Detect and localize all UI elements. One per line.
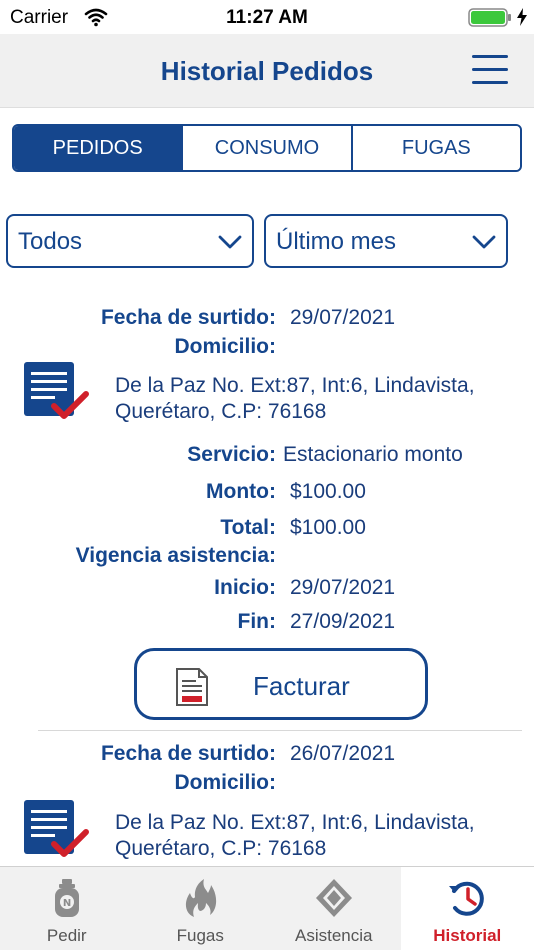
- date-value: 29/07/2021: [290, 306, 396, 329]
- date-value: 26/07/2021: [290, 742, 396, 765]
- order-document-check-icon: [24, 800, 89, 857]
- order-divider: [38, 730, 522, 731]
- tab-pedir[interactable]: N Pedir: [0, 867, 134, 950]
- invoice-button-label: Facturar: [253, 671, 350, 701]
- type-filter-dropdown[interactable]: Todos: [6, 214, 254, 268]
- start-label: Inicio:: [214, 576, 276, 599]
- charging-bolt-icon: [517, 8, 527, 26]
- bottom-tab-bar: N Pedir Fugas Asistencia Historial: [0, 866, 534, 950]
- segment-pedidos[interactable]: PEDIDOS: [14, 126, 182, 170]
- segment-consumo[interactable]: CONSUMO: [181, 126, 351, 170]
- type-filter-value: Todos: [18, 228, 83, 255]
- end-label: Fin:: [237, 610, 276, 633]
- order-document-check-icon: [24, 362, 89, 419]
- history-segmented-control: PEDIDOS CONSUMO FUGAS: [12, 124, 522, 172]
- tab-asistencia-label: Asistencia: [295, 926, 373, 945]
- navigation-bar: Historial Pedidos: [0, 34, 534, 108]
- address-text: De la Paz No. Ext:87, Int:6, Lindavista,…: [115, 811, 475, 860]
- tab-asistencia[interactable]: Asistencia: [267, 867, 401, 950]
- address-label: Domicilio:: [174, 335, 276, 358]
- start-value: 29/07/2021: [290, 576, 396, 599]
- chevron-down-icon: [218, 235, 242, 249]
- history-clock-icon: [449, 881, 485, 916]
- address-text: De la Paz No. Ext:87, Int:6, Lindavista,…: [115, 374, 475, 423]
- date-label: Fecha de surtido:: [100, 742, 276, 765]
- diamond-icon: [315, 879, 352, 917]
- end-value: 27/09/2021: [290, 610, 396, 633]
- tab-fugas-label: Fugas: [176, 926, 224, 945]
- tab-pedir-label: Pedir: [46, 926, 87, 945]
- total-value: $100.00: [290, 516, 366, 539]
- service-value: Estacionario monto: [283, 443, 463, 466]
- tab-fugas[interactable]: Fugas: [134, 867, 268, 950]
- assistance-validity-label: Vigencia asistencia:: [75, 544, 276, 567]
- period-filter-dropdown[interactable]: Último mes: [264, 214, 508, 268]
- tab-historial[interactable]: Historial: [400, 867, 534, 950]
- battery-icon: [468, 8, 511, 27]
- svg-text:N: N: [63, 898, 71, 909]
- segment-fugas[interactable]: FUGAS: [350, 126, 520, 170]
- tab-historial-label: Historial: [433, 926, 502, 945]
- period-filter-value: Último mes: [276, 228, 397, 255]
- chevron-down-icon: [472, 235, 496, 249]
- amount-value: $100.00: [290, 480, 366, 503]
- invoice-document-icon: [176, 668, 208, 706]
- flame-icon: [186, 879, 217, 917]
- hamburger-menu-icon[interactable]: [472, 52, 510, 88]
- status-time: 11:27 AM: [226, 7, 308, 28]
- status-bar: Carrier 11:27 AM: [0, 0, 534, 34]
- gas-tank-icon: N: [54, 879, 79, 917]
- date-label: Fecha de surtido:: [100, 306, 276, 329]
- page-title: Historial Pedidos: [160, 56, 374, 86]
- total-label: Total:: [220, 516, 276, 539]
- amount-label: Monto:: [206, 480, 276, 503]
- invoice-button[interactable]: Facturar: [134, 648, 428, 720]
- address-label: Domicilio:: [174, 771, 276, 794]
- service-label: Servicio:: [187, 443, 276, 466]
